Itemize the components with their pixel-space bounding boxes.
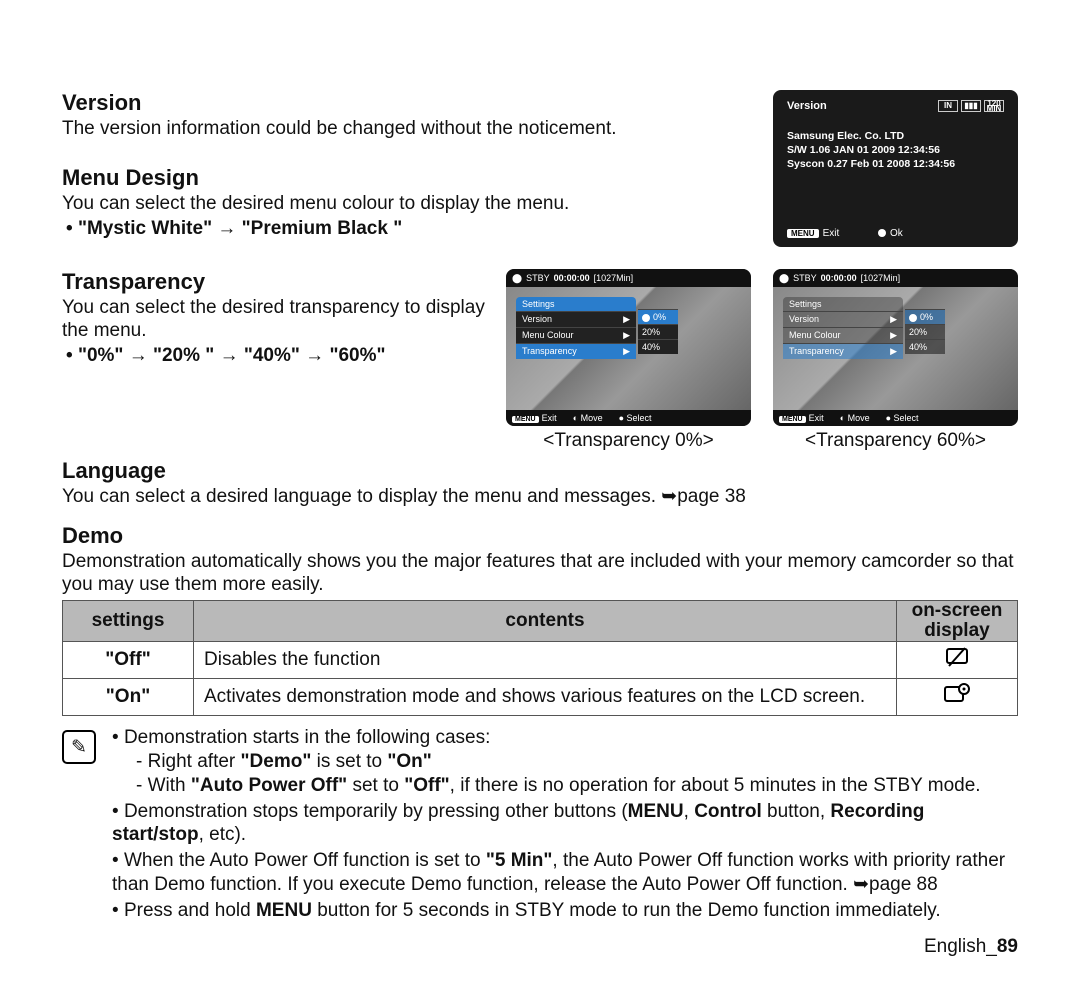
text-menu-design-body: You can select the desired menu colour t… [62,193,773,216]
cell-content: Disables the function [194,642,897,679]
heading-transparency: Transparency [62,269,490,295]
cell-content: Activates demonstration mode and shows v… [194,679,897,716]
lcd-footbar: MENUExit ◐ Move ● Select [773,410,1018,426]
lcd-version-screen: Version IN▮▮▮120MIN Samsung Elec. Co. LT… [773,90,1018,247]
heading-demo: Demo [62,523,1018,549]
text-version-body: The version information could be changed… [62,118,773,141]
caption-transparency-0: <Transparency 0%> [506,430,751,452]
figure-transparency-0: ⬤ STBY 00:00:00 [1027Min] Settings Versi… [506,269,751,452]
th-osd: on-screen display [897,601,1018,642]
note-item: Press and hold MENU button for 5 seconds… [112,899,1018,923]
note-icon: ✎ [62,730,96,764]
lcd-version-footer: MENUExit Ok [787,228,939,239]
heading-language: Language [62,458,1018,484]
lcd-menu: Settings Version▶ Menu Colour▶ Transpare… [783,297,903,359]
th-settings: settings [63,601,194,642]
bullet-transparency: "0%" → "20% " → "40%" → "60%" [66,345,490,367]
osd-on-icon [897,679,1018,716]
lcd-version-title: Version [787,100,827,112]
lcd-version-line-3: Syscon 0.27 Feb 01 2008 12:34:56 [787,158,1004,170]
manual-page: Version The version information could be… [0,0,1080,988]
text-language-body: You can select a desired language to dis… [62,486,1018,509]
heading-version: Version [62,90,773,116]
note-block: ✎ Demonstration starts in the following … [62,726,1018,924]
demo-table: settings contents on-screen display "Off… [62,600,1018,716]
lcd-menu: Settings Version▶ Menu Colour▶ Transpare… [516,297,636,359]
lcd-topbar: ⬤ STBY 00:00:00 [1027Min] [773,269,1018,287]
text-transparency-body: You can select the desired transparency … [62,297,490,343]
lcd-topbar: ⬤ STBY 00:00:00 [1027Min] [506,269,751,287]
cell-setting: "On" [63,679,194,716]
lcd-footbar: MENUExit ◐ Move ● Select [506,410,751,426]
page-footer: English_89 [62,936,1018,958]
lcd-version-line-2: S/W 1.06 JAN 01 2009 12:34:56 [787,144,1004,156]
th-contents: contents [194,601,897,642]
lcd-status-icons: IN▮▮▮120MIN [935,100,1004,112]
note-subitem: Right after "Demo" is set to "On" [136,750,1018,774]
table-row: "Off" Disables the function [63,642,1018,679]
text-demo-body: Demonstration automatically shows you th… [62,551,1018,597]
note-item: Demonstration starts in the following ca… [112,726,1018,797]
lcd-submenu: 0% 20% 40% [905,309,945,354]
osd-off-icon [897,642,1018,679]
table-row: "On" Activates demonstration mode and sh… [63,679,1018,716]
note-subitem: With "Auto Power Off" set to "Off", if t… [136,774,1018,798]
note-item: Demonstration stops temporarily by press… [112,800,1018,848]
note-item: When the Auto Power Off function is set … [112,849,1018,897]
bullet-menu-design: "Mystic White" → "Premium Black " [66,218,773,240]
caption-transparency-60: <Transparency 60%> [773,430,1018,452]
lcd-version-line-1: Samsung Elec. Co. LTD [787,130,1004,142]
figure-transparency-60: ⬤ STBY 00:00:00 [1027Min] Settings Versi… [773,269,1018,452]
lcd-submenu: 0% 20% 40% [638,309,678,354]
cell-setting: "Off" [63,642,194,679]
heading-menu-design: Menu Design [62,165,773,191]
